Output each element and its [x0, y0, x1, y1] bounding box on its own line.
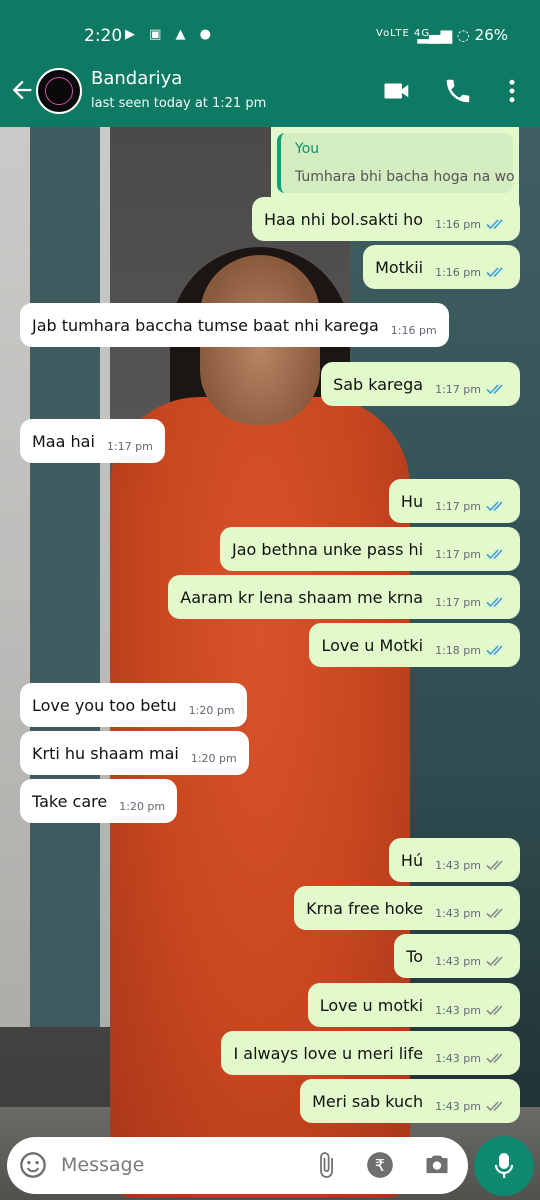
outgoing-message[interactable]: Love u motki 1:43 pm — [307, 983, 520, 1027]
message-text: Aaram kr lena shaam me krna — [180, 587, 424, 607]
outgoing-message[interactable]: Krna free hoke 1:43 pm — [294, 886, 520, 930]
message-time: 1:17 pm — [435, 595, 481, 609]
back-arrow-icon[interactable] — [8, 76, 36, 104]
outgoing-message[interactable]: Haa nhi bol.sakti ho 1:16 pm — [251, 197, 520, 241]
message-time: 1:16 pm — [390, 323, 437, 337]
battery-indicator: ▂▄▆ ◌ 26% — [417, 26, 508, 44]
delivered-receipt-icon — [486, 956, 503, 967]
message-text: To — [406, 946, 424, 966]
outgoing-message[interactable]: I always love u meri life 1:43 pm — [221, 1031, 520, 1075]
message-text: Sab karega — [333, 374, 424, 394]
contact-name[interactable]: Bandariya — [91, 68, 182, 89]
message-time: 1:43 pm — [435, 858, 481, 872]
incoming-message[interactable]: Jab tumhara baccha tumse baat nhi karega… — [20, 303, 449, 347]
video-call-icon[interactable] — [382, 76, 412, 106]
incoming-message[interactable]: Take care 1:20 pm — [20, 779, 178, 823]
read-receipt-icon — [486, 384, 503, 395]
quoted-message[interactable]: You Tumhara bhi bacha hoga na wo — [277, 133, 515, 193]
delivered-receipt-icon — [486, 860, 503, 871]
quoted-text: Tumhara bhi bacha hoga na wo — [295, 169, 515, 185]
message-time: 1:43 pm — [435, 954, 481, 968]
status-bar: 2:20 ▶ ▣ ▲ ● VoLTE 4G ▂▄▆ ◌ 26% — [0, 0, 540, 58]
message-text: Love you too betu — [32, 695, 177, 715]
message-text: Haa nhi bol.sakti ho — [263, 209, 424, 229]
wallpaper-door-frame — [0, 127, 110, 1027]
message-time: 1:17 pm — [435, 547, 481, 561]
outgoing-message[interactable]: Hu 1:17 pm — [388, 479, 520, 523]
message-time: 1:43 pm — [435, 1099, 481, 1113]
message-time: 1:16 pm — [435, 217, 481, 231]
emoji-icon[interactable] — [19, 1151, 47, 1179]
outgoing-message[interactable]: To 1:43 pm — [394, 934, 520, 978]
outgoing-message[interactable]: Aaram kr lena shaam me krna 1:17 pm — [168, 575, 520, 619]
delivered-receipt-icon — [486, 908, 503, 919]
microphone-icon — [494, 1153, 514, 1178]
chat-header: Bandariya last seen today at 1:21 pm — [0, 58, 540, 127]
message-time: 1:20 pm — [188, 703, 235, 717]
delivered-receipt-icon — [486, 1053, 503, 1064]
read-receipt-icon — [486, 501, 503, 512]
message-text: Maa hai — [32, 431, 95, 451]
quoted-author: You — [295, 141, 320, 157]
message-text: Krna free hoke — [306, 898, 424, 918]
message-text: Jab tumhara baccha tumse baat nhi karega — [32, 315, 379, 335]
payment-rupee-icon[interactable]: ₹ — [366, 1151, 394, 1179]
attachment-icon[interactable] — [312, 1151, 340, 1179]
outgoing-message[interactable]: Motkii 1:16 pm — [363, 245, 520, 289]
message-text: I always love u meri life — [233, 1043, 424, 1063]
read-receipt-icon — [486, 645, 503, 656]
message-text: Hu — [400, 491, 424, 511]
outgoing-message[interactable]: Jao bethna unke pass hi 1:17 pm — [220, 527, 520, 571]
outgoing-message[interactable]: Meri sab kuch 1:43 pm — [300, 1079, 520, 1123]
message-text: Meri sab kuch — [312, 1091, 424, 1111]
incoming-message[interactable]: Maa hai 1:17 pm — [20, 419, 165, 463]
message-text: Take care — [32, 791, 108, 811]
message-time: 1:20 pm — [119, 799, 166, 813]
avatar[interactable] — [36, 68, 82, 114]
message-text: Krti hu shaam mai — [32, 743, 179, 763]
message-text: Motkii — [375, 257, 424, 277]
camera-icon[interactable] — [423, 1151, 451, 1179]
message-text: Love u Motki — [321, 635, 424, 655]
message-time: 1:17 pm — [435, 499, 481, 513]
read-receipt-icon — [486, 549, 503, 560]
phone-call-icon[interactable] — [443, 76, 473, 106]
incoming-message[interactable]: Krti hu shaam mai 1:20 pm — [20, 731, 249, 775]
status-time: 2:20 — [84, 26, 123, 46]
message-text: Love u motki — [319, 995, 424, 1015]
outgoing-message[interactable]: Love u Motki 1:18 pm — [309, 623, 520, 667]
message-time: 1:17 pm — [106, 439, 153, 453]
delivered-receipt-icon — [486, 1005, 503, 1016]
outgoing-message[interactable]: Hú 1:43 pm — [388, 838, 520, 882]
message-time: 1:43 pm — [435, 1051, 481, 1065]
more-options-icon[interactable] — [497, 76, 527, 106]
outgoing-message[interactable]: Sab karega 1:17 pm — [321, 362, 520, 406]
message-time: 1:17 pm — [435, 382, 481, 396]
read-receipt-icon — [486, 597, 503, 608]
notification-icons: ▶ ▣ ▲ ● — [125, 27, 217, 42]
read-receipt-icon — [486, 267, 503, 278]
signal-icon: ▂▄▆ ◌ — [417, 26, 470, 44]
incoming-message[interactable]: Love you too betu 1:20 pm — [20, 683, 247, 727]
message-time: 1:43 pm — [435, 1003, 481, 1017]
message-time: 1:20 pm — [190, 751, 237, 765]
message-input[interactable] — [61, 1151, 291, 1179]
read-receipt-icon — [486, 219, 503, 230]
last-seen-status: last seen today at 1:21 pm — [91, 96, 267, 111]
message-time: 1:16 pm — [435, 265, 481, 279]
delivered-receipt-icon — [486, 1101, 503, 1112]
message-composer: ₹ — [7, 1137, 468, 1194]
battery-level: 26% — [474, 26, 508, 44]
message-text: Hú — [400, 850, 424, 870]
message-text: Jao bethna unke pass hi — [232, 539, 424, 559]
message-time: 1:43 pm — [435, 906, 481, 920]
microphone-button[interactable] — [474, 1136, 534, 1196]
message-time: 1:18 pm — [435, 643, 481, 657]
svg-text:₹: ₹ — [375, 1156, 385, 1175]
